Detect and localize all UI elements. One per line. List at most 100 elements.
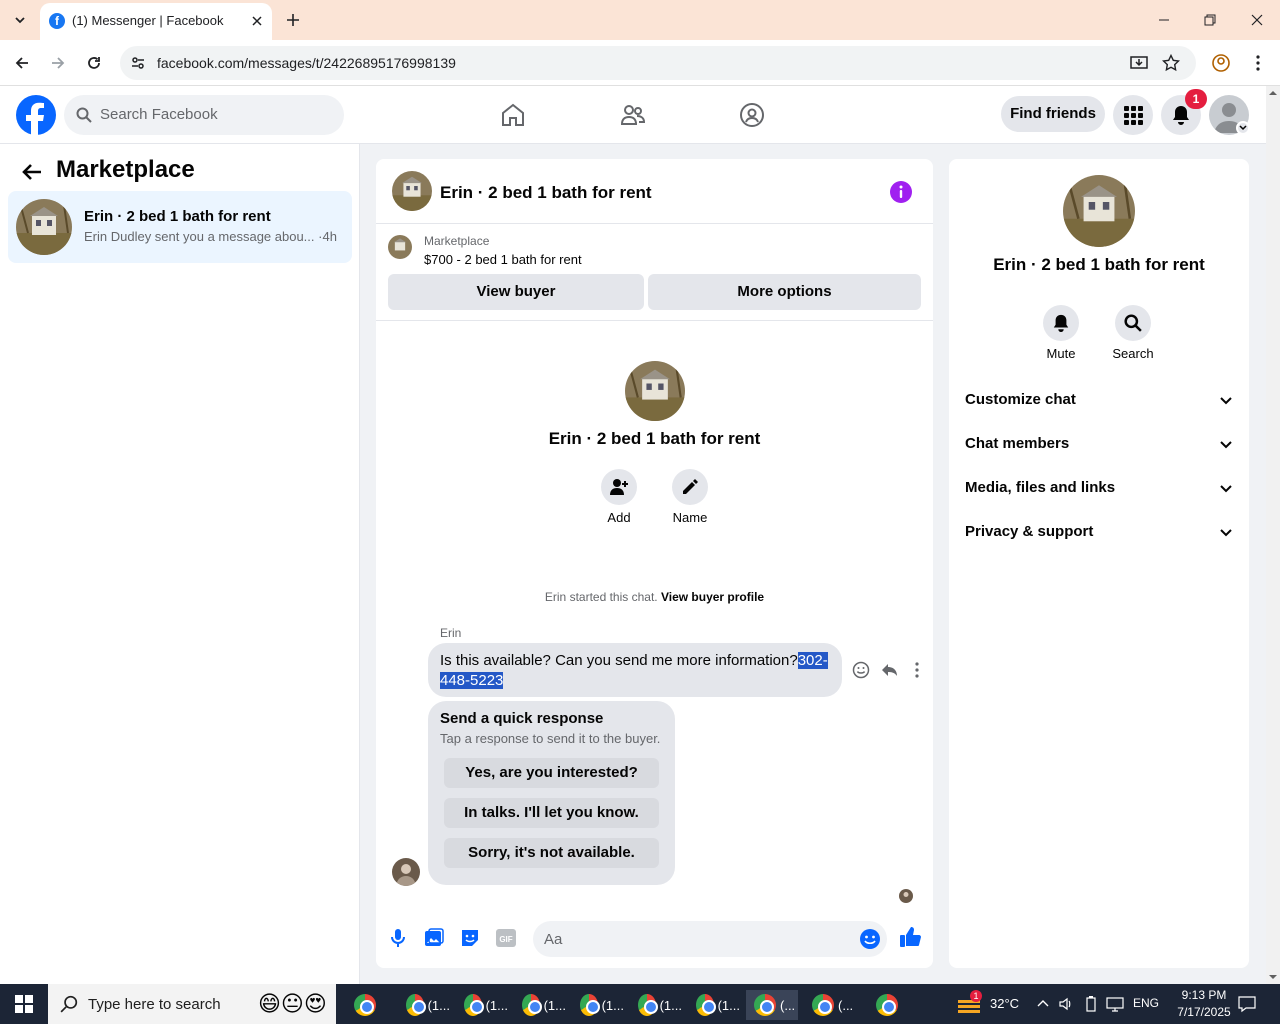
- details-title: Erin · 2 bed 1 bath for rent: [993, 255, 1205, 274]
- temperature-text[interactable]: 32°C: [990, 996, 1019, 1011]
- search-conversation-button[interactable]: Search: [1103, 305, 1163, 361]
- conversation-item[interactable]: Erin · 2 bed 1 bath for rent Erin Dudley…: [8, 191, 352, 263]
- emoji-icon[interactable]: [859, 928, 881, 950]
- details-avatar: [1063, 175, 1135, 247]
- gif-icon[interactable]: GIF: [494, 926, 518, 950]
- message-input[interactable]: Aa: [533, 921, 887, 957]
- forward-button[interactable]: [46, 51, 70, 75]
- page-scrollbar[interactable]: [1266, 86, 1280, 984]
- react-icon[interactable]: [852, 661, 870, 679]
- mute-button[interactable]: Mute: [1031, 305, 1091, 361]
- facebook-search-input[interactable]: Search Facebook: [64, 95, 344, 135]
- sender-avatar[interactable]: [392, 858, 420, 886]
- chat-header-avatar[interactable]: [392, 171, 432, 211]
- chevron-down-icon: [1220, 441, 1232, 449]
- windows-logo-icon: [15, 995, 33, 1013]
- more-actions-icon[interactable]: [908, 661, 926, 679]
- message-phone-highlight: 302-: [797, 652, 828, 669]
- chat-header: Erin · 2 bed 1 bath for rent: [376, 159, 933, 224]
- more-options-button[interactable]: More options: [648, 274, 921, 310]
- clock[interactable]: 9:13 PM 7/17/2025: [1174, 987, 1234, 1021]
- back-button[interactable]: [10, 51, 34, 75]
- facebook-header: Search Facebook Find friends 1: [0, 86, 1266, 144]
- edit-name-button[interactable]: Name: [660, 469, 720, 525]
- taskbar-app-chrome[interactable]: [346, 990, 398, 1020]
- bookmark-star-icon[interactable]: [1162, 54, 1180, 72]
- friends-nav-button[interactable]: [618, 100, 648, 130]
- back-arrow-icon[interactable]: [20, 160, 44, 184]
- taskbar-app-chrome[interactable]: (1...: [514, 990, 566, 1020]
- scroll-up-icon: [1269, 91, 1277, 95]
- language-indicator[interactable]: ENG: [1133, 996, 1159, 1010]
- taskbar-app-chrome[interactable]: (1...: [572, 990, 624, 1020]
- listing-price[interactable]: $700 - 2 bed 1 bath for rent: [424, 252, 582, 267]
- profile-icon[interactable]: [1212, 54, 1230, 72]
- conversation-info-icon[interactable]: [890, 181, 912, 203]
- reply-icon[interactable]: [880, 661, 898, 679]
- taskbar-app-chrome[interactable]: (1...: [398, 990, 450, 1020]
- message-bubble[interactable]: Is this available? Can you send me more …: [428, 643, 842, 697]
- browser-tab-bar: f (1) Messenger | Facebook: [0, 0, 1280, 40]
- taskbar-search-input[interactable]: Type here to search 😄😐😍: [48, 984, 336, 1024]
- browser-tab[interactable]: f (1) Messenger | Facebook: [40, 3, 272, 40]
- taskbar-app-chrome-active[interactable]: (...: [746, 990, 798, 1020]
- url-text: facebook.com/messages/t/2422689517699813…: [157, 55, 456, 71]
- home-nav-button[interactable]: [498, 100, 528, 130]
- tab-close-button[interactable]: [248, 12, 266, 30]
- taskbar-app-chrome[interactable]: (1...: [456, 990, 508, 1020]
- conversation-thumbnail: [16, 199, 72, 255]
- groups-icon: [740, 103, 764, 127]
- tab-search-button[interactable]: [6, 7, 34, 33]
- chevron-up-icon[interactable]: [1036, 997, 1050, 1011]
- quick-reply-button[interactable]: Sorry, it's not available.: [444, 838, 659, 868]
- menu-button[interactable]: [1113, 95, 1153, 135]
- quick-reply-button[interactable]: In talks. I'll let you know.: [444, 798, 659, 828]
- chat-started-notice: Erin started this chat. View buyer profi…: [376, 590, 933, 604]
- listing-thumbnail[interactable]: [388, 235, 412, 259]
- chat-title[interactable]: Erin · 2 bed 1 bath for rent: [440, 183, 652, 203]
- photo-icon[interactable]: [422, 926, 446, 950]
- start-button[interactable]: [0, 984, 48, 1024]
- home-icon: [502, 103, 524, 126]
- name-label: Name: [672, 510, 708, 525]
- chat-members-section[interactable]: Chat members: [965, 426, 1233, 462]
- view-buyer-profile-link[interactable]: View buyer profile: [661, 590, 764, 604]
- microphone-icon[interactable]: [386, 926, 410, 950]
- plus-icon: [287, 14, 299, 26]
- view-buyer-button[interactable]: View buyer: [388, 274, 644, 310]
- notification-center-icon[interactable]: [1238, 995, 1256, 1013]
- install-app-icon[interactable]: [1130, 54, 1148, 72]
- taskbar-app-chrome[interactable]: (...: [804, 990, 856, 1020]
- grid-menu-icon: [1124, 106, 1143, 125]
- facebook-logo-icon[interactable]: [16, 95, 56, 135]
- groups-nav-button[interactable]: [737, 100, 767, 130]
- new-tab-button[interactable]: [282, 9, 304, 31]
- volume-icon[interactable]: [1058, 996, 1074, 1012]
- add-people-button[interactable]: Add: [589, 469, 649, 525]
- add-label: Add: [607, 510, 631, 525]
- thumbs-up-icon[interactable]: [898, 925, 922, 949]
- reload-button[interactable]: [82, 51, 106, 75]
- taskbar-app-chrome[interactable]: (1...: [688, 990, 740, 1020]
- close-window-button[interactable]: [1245, 8, 1269, 32]
- privacy-support-section[interactable]: Privacy & support: [965, 514, 1233, 550]
- find-friends-button[interactable]: Find friends: [1001, 96, 1105, 132]
- more-menu-icon[interactable]: [1250, 54, 1266, 72]
- chrome-icon: [754, 994, 776, 1016]
- close-icon: [252, 16, 262, 26]
- taskbar-app-chrome[interactable]: [868, 990, 920, 1020]
- quick-reply-button[interactable]: Yes, are you interested?: [444, 758, 659, 788]
- quick-response-subtitle: Tap a response to send it to the buyer.: [440, 731, 661, 746]
- restore-button[interactable]: [1198, 8, 1222, 32]
- taskbar-app-chrome[interactable]: (1...: [630, 990, 682, 1020]
- customize-chat-section[interactable]: Customize chat: [965, 382, 1233, 418]
- network-icon[interactable]: [1106, 996, 1124, 1012]
- site-info-icon[interactable]: [130, 55, 146, 71]
- media-files-links-section[interactable]: Media, files and links: [965, 470, 1233, 506]
- message-input-placeholder: Aa: [544, 931, 563, 948]
- account-caret-icon[interactable]: [1236, 121, 1250, 135]
- sticker-icon[interactable]: [458, 926, 482, 950]
- battery-icon[interactable]: [1084, 996, 1098, 1012]
- omnibox[interactable]: facebook.com/messages/t/2422689517699813…: [120, 46, 1196, 80]
- minimize-button[interactable]: [1152, 8, 1176, 32]
